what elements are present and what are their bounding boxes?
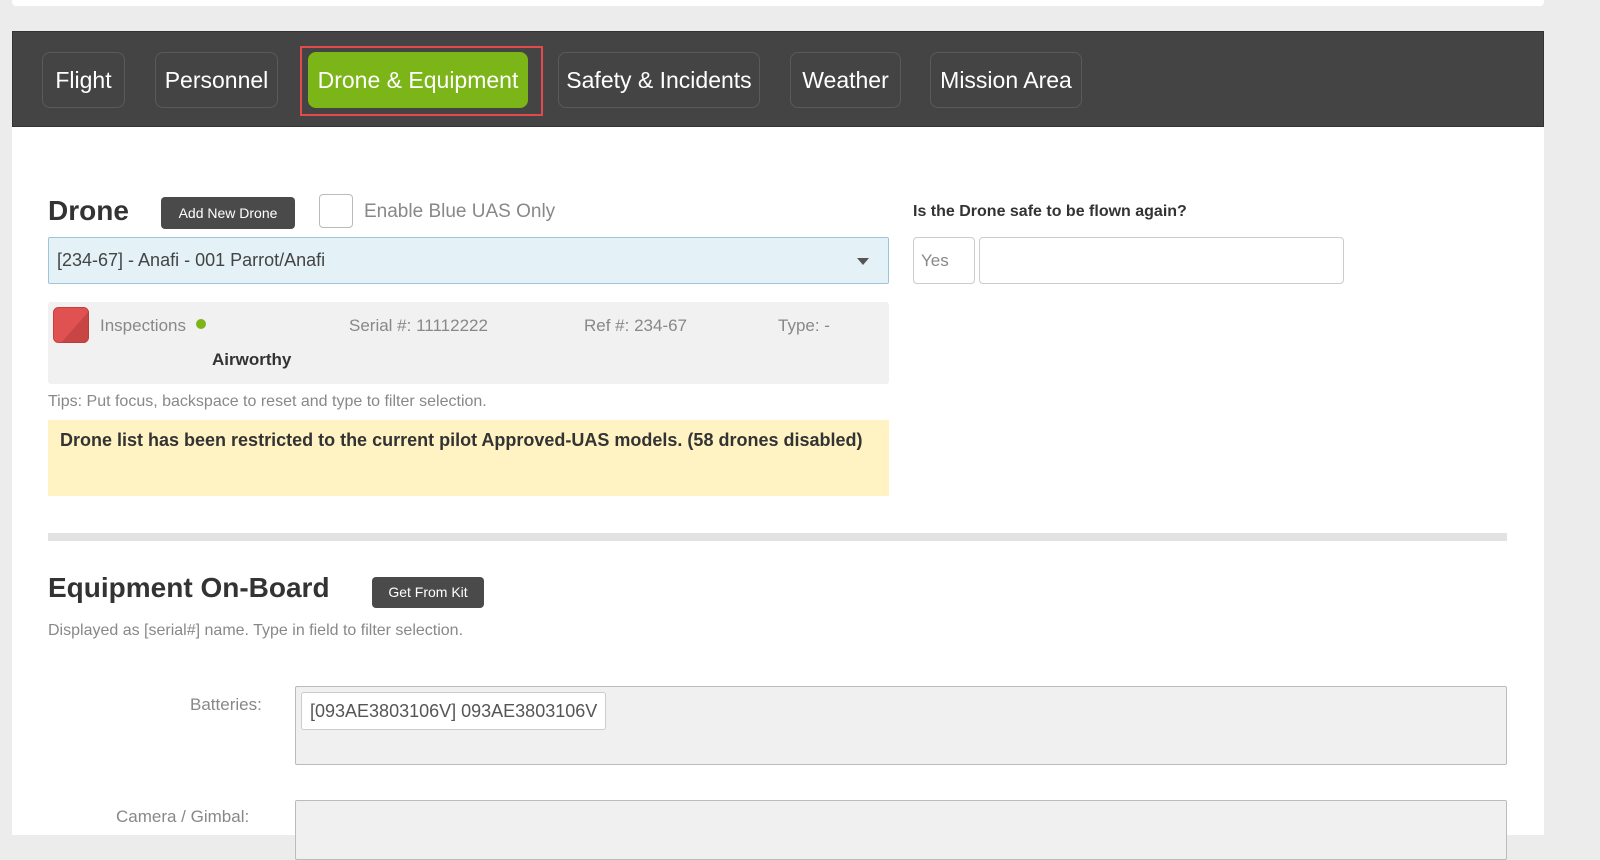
equipment-heading: Equipment On-Board <box>48 572 330 603</box>
add-new-drone-button[interactable]: Add New Drone <box>161 197 295 229</box>
chevron-down-icon <box>857 258 869 265</box>
top-strip <box>12 0 1544 6</box>
camera-gimbal-field[interactable] <box>295 800 1507 860</box>
drone-select-value: [234-67] - Anafi - 001 Parrot/Anafi <box>57 250 326 270</box>
tab-weather[interactable]: Weather <box>790 52 901 108</box>
blue-uas-checkbox[interactable] <box>319 194 353 228</box>
safe-answer-select[interactable]: Yes <box>913 237 975 284</box>
safe-question-label: Is the Drone safe to be flown again? <box>913 203 1187 220</box>
equipment-hint: Displayed as [serial#] name. Type in fie… <box>48 622 464 639</box>
drone-type: Type: - <box>778 316 830 335</box>
batteries-label: Batteries: <box>190 695 262 714</box>
tab-bar: Flight Personnel Drone & Equipment Safet… <box>12 31 1544 127</box>
restriction-warning: Drone list has been restricted to the cu… <box>48 420 889 496</box>
section-divider <box>48 533 1507 541</box>
drone-tips: Tips: Put focus, backspace to reset and … <box>48 393 487 410</box>
airworthy-status: Airworthy <box>212 350 292 369</box>
camera-gimbal-label: Camera / Gimbal: <box>116 807 250 826</box>
battery-chip[interactable]: [093AE3803106V] 093AE3803106V <box>301 692 607 730</box>
status-dot <box>196 319 206 329</box>
status-flag-icon <box>53 307 89 343</box>
drone-select[interactable]: [234-67] - Anafi - 001 Parrot/Anafi <box>48 237 889 284</box>
drone-heading: Drone <box>48 195 129 226</box>
tab-flight[interactable]: Flight <box>42 52 125 108</box>
batteries-field[interactable]: [093AE3803106V] 093AE3803106V <box>295 686 1507 765</box>
safe-notes-input[interactable] <box>979 237 1344 284</box>
drone-info-box: Inspections Airworthy Serial #: 11112222… <box>48 302 889 384</box>
tab-mission-area[interactable]: Mission Area <box>930 52 1082 108</box>
get-from-kit-button[interactable]: Get From Kit <box>372 577 484 608</box>
tab-personnel[interactable]: Personnel <box>155 52 278 108</box>
tab-drone-equipment[interactable]: Drone & Equipment <box>308 52 528 108</box>
ref-number: Ref #: 234-67 <box>584 316 688 335</box>
blue-uas-label: Enable Blue UAS Only <box>364 201 556 222</box>
tab-safety-incidents[interactable]: Safety & Incidents <box>558 52 760 108</box>
inspections-label: Inspections <box>100 316 186 335</box>
main-content: Drone Add New Drone Enable Blue UAS Only… <box>12 127 1544 860</box>
serial-number: Serial #: 11112222 <box>349 316 488 335</box>
